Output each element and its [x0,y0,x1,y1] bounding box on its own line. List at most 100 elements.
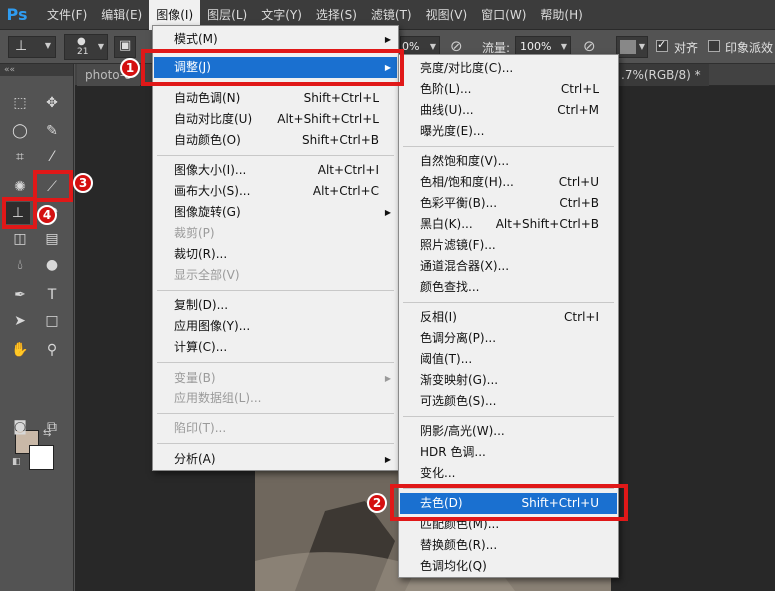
adjust-equalize[interactable]: 色调均化(Q) [400,556,617,577]
image-menu-calculations[interactable]: 计算(C)... [154,337,397,358]
menu-divider [157,413,394,414]
dodge-tool-icon[interactable]: ● [40,254,64,276]
menu-divider [157,362,394,363]
menu-label: 自动对比度(U) [174,112,253,126]
background-color-swatch[interactable] [29,445,54,470]
pressure-opacity-icon[interactable]: ⊘ [450,37,463,55]
menu-file[interactable]: 文件(F) [40,0,94,30]
adjust-color-balance[interactable]: 色彩平衡(B)... Ctrl+B [400,193,617,214]
adjust-hue-saturation[interactable]: 色相/饱和度(H)... Ctrl+U [400,172,617,193]
menu-view[interactable]: 视图(V) [419,0,475,30]
menu-label: 分析(A) [174,452,216,466]
menu-window[interactable]: 窗口(W) [474,0,533,30]
brush-tip-icon: ● [77,36,86,47]
align-checkbox[interactable] [656,38,668,52]
marquee-tool-icon[interactable]: ⬚ [8,92,32,114]
adjust-shadows-highlights[interactable]: 阴影/高光(W)... [400,421,617,442]
adjust-levels[interactable]: 色阶(L)... Ctrl+L [400,79,617,100]
image-menu-auto-contrast[interactable]: 自动对比度(U) Alt+Shift+Ctrl+L [154,109,397,130]
document-tab-1-title: photo- [85,68,125,82]
menu-label: 计算(C)... [174,340,228,354]
airbrush-icon[interactable]: ⊘ [583,37,596,55]
menu-help[interactable]: 帮助(H) [533,0,589,30]
image-menu-duplicate[interactable]: 复制(D)... [154,295,397,316]
zoom-tool-icon[interactable]: ⚲ [40,339,64,361]
adjust-replace-color[interactable]: 替换颜色(R)... [400,535,617,556]
move-tool-icon[interactable]: ✥ [40,92,64,114]
menu-label: 曲线(U)... [420,103,474,117]
image-menu-auto-color[interactable]: 自动颜色(O) Shift+Ctrl+B [154,130,397,151]
adjust-black-white[interactable]: 黑白(K)... Alt+Shift+Ctrl+B [400,214,617,235]
adjust-brightness-contrast[interactable]: 亮度/对比度(C)... [400,58,617,79]
image-menu-apply-image[interactable]: 应用图像(Y)... [154,316,397,337]
align-label: 对齐 [674,41,699,55]
eraser-tool-icon[interactable]: ◫ [8,228,32,250]
image-menu-auto-tone[interactable]: 自动色调(N) Shift+Ctrl+L [154,88,397,109]
default-colors-icon[interactable]: ◧ [12,457,21,467]
crop-tool-icon[interactable]: ⌗ [8,146,32,168]
image-menu-rotation[interactable]: 图像旋转(G) ▶ [154,202,397,223]
menu-label: HDR 色调... [420,445,486,459]
gradient-tool-icon[interactable]: ▤ [40,228,64,250]
adjust-photo-filter[interactable]: 照片滤镜(F)... [400,235,617,256]
menu-label: 裁切(R)... [174,247,228,261]
brush-panel-icon: ▣ [119,38,132,53]
lasso-tool-icon[interactable]: ◯ [8,120,32,142]
adjust-gradient-map[interactable]: 渐变映射(G)... [400,370,617,391]
adjust-threshold[interactable]: 阈值(T)... [400,349,617,370]
adjust-invert[interactable]: 反相(I) Ctrl+I [400,307,617,328]
rectangle-tool-icon[interactable]: □ [40,310,64,332]
quick-selection-tool-icon[interactable]: ✎ [40,120,64,142]
menu-shortcut: Ctrl+M [557,103,599,117]
menu-divider [157,155,394,156]
submenu-arrow-icon: ▶ [384,455,391,464]
image-menu-mode[interactable]: 模式(M) ▶ [154,29,397,50]
adjust-hdr-toning[interactable]: HDR 色调... [400,442,617,463]
image-menu-image-size[interactable]: 图像大小(I)... Alt+Ctrl+I [154,160,397,181]
sample-picker[interactable]: ▼ [616,36,648,58]
adjust-variations[interactable]: 变化... [400,463,617,484]
menu-divider [403,146,614,147]
healing-brush-tool-icon[interactable]: ✺ [8,176,32,198]
eyedropper-tool-icon[interactable]: ⁄ [40,146,64,168]
adjust-selective-color[interactable]: 可选颜色(S)... [400,391,617,412]
tools-panel-header[interactable]: «« [0,64,73,76]
brush-panel-toggle[interactable]: ▣ [114,36,136,58]
path-selection-tool-icon[interactable]: ➤ [8,310,32,332]
chevron-down-icon: ▼ [560,42,567,51]
menu-shortcut: Ctrl+I [564,310,599,324]
menu-label: 渐变映射(G)... [420,373,499,387]
pen-tool-icon[interactable]: ✒ [8,284,32,306]
menu-label: 应用图像(Y)... [174,319,251,333]
tools-panel: «« ⬚ ✥ ◯ ✎ ⌗ ⁄ ✺ ⟋ ⊥ ↶ ◫ ▤ 💧︎ ● ✒ T ➤ □ … [0,64,74,591]
blur-tool-icon[interactable]: 💧︎ [8,254,32,276]
adjust-color-lookup[interactable]: 颜色查找... [400,277,617,298]
menu-label: 图像旋转(G) [174,205,241,219]
impressionist-checkbox[interactable] [708,40,720,52]
image-menu-trim[interactable]: 裁切(R)... [154,244,397,265]
menu-divider [403,302,614,303]
adjust-exposure[interactable]: 曝光度(E)... [400,121,617,142]
screen-mode-icon[interactable]: ⧉ [40,416,64,438]
hand-tool-icon[interactable]: ✋ [8,339,32,361]
adjust-channel-mixer[interactable]: 通道混合器(X)... [400,256,617,277]
image-menu-dropdown: 模式(M) ▶ 调整(J) ▶ 自动色调(N) Shift+Ctrl+L 自动对比度(… [152,25,399,471]
photoshop-logo: Ps [6,5,28,24]
menu-label: 自动颜色(O) [174,133,241,147]
tool-preset-picker[interactable]: ⊥ ▼ [8,36,56,58]
adjust-posterize[interactable]: 色调分离(P)... [400,328,617,349]
submenu-arrow-icon: ▶ [384,35,391,44]
menu-label: 阈值(T)... [420,352,473,366]
adjust-curves[interactable]: 曲线(U)... Ctrl+M [400,100,617,121]
image-menu-analysis[interactable]: 分析(A) ▶ [154,449,397,470]
menu-edit[interactable]: 编辑(E) [94,0,149,30]
menu-label: 色彩平衡(B)... [420,196,498,210]
type-tool-icon[interactable]: T [40,284,64,306]
menu-label: 亮度/对比度(C)... [420,61,514,75]
brush-preset-picker[interactable]: ● 21 ▼ [64,34,108,60]
adjust-vibrance[interactable]: 自然饱和度(V)... [400,151,617,172]
image-menu-canvas-size[interactable]: 画布大小(S)... Alt+Ctrl+C [154,181,397,202]
document-tab-2[interactable]: .7%(RGB/8) * [613,64,709,86]
image-menu-variables: 变量(B) ▶ [154,368,397,389]
quick-mask-icon[interactable]: ◙ [8,416,32,438]
